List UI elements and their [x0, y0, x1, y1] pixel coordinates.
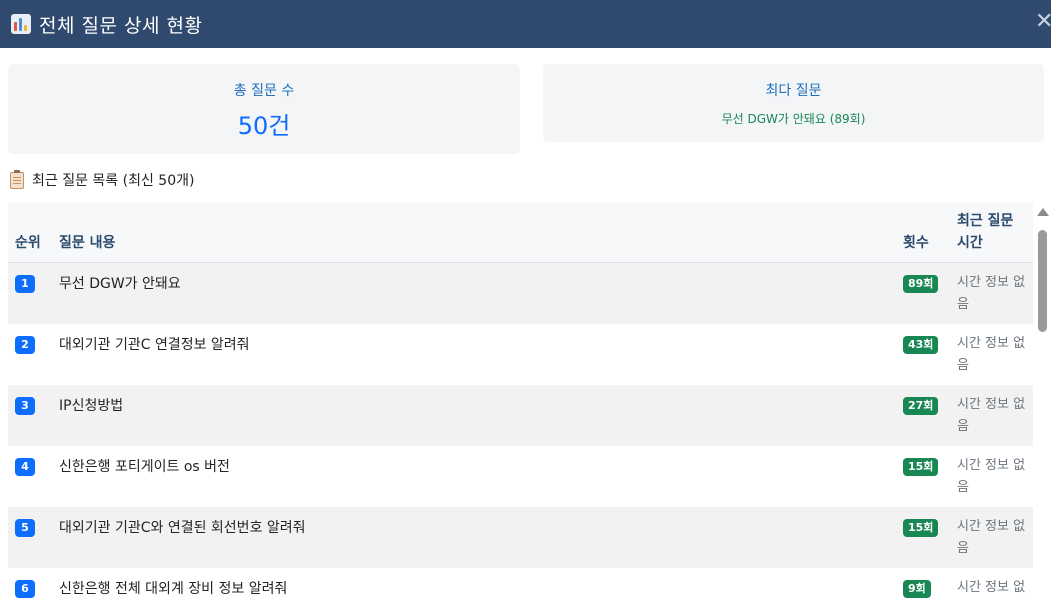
table-header-row: 순위 질문 내용 횟수 최근 질문 시간: [8, 202, 1033, 263]
question-text: IP신청방법: [59, 397, 124, 414]
rank-badge: 6: [15, 579, 35, 598]
total-questions-label: 총 질문 수: [233, 83, 295, 99]
rank-badge: 1: [15, 275, 35, 293]
count-badge: 15회: [903, 457, 939, 476]
count-badge: 15회: [903, 518, 939, 537]
count-badge: 27회: [903, 396, 939, 415]
column-header-time: 최근 질문 시간: [950, 202, 1033, 263]
close-icon[interactable]: ✕: [1035, 9, 1051, 34]
column-header-count: 횟수: [896, 202, 950, 263]
table-row[interactable]: 3 IP신청방법 27회 시간 정보 없음: [8, 384, 1033, 446]
recent-questions-heading: 최근 질문 목록 (최신 50개): [10, 169, 195, 190]
table-row[interactable]: 6 신한은행 전체 대외계 장비 정보 알려줘 9회 시간 정보 없음: [8, 567, 1033, 601]
modal-title: 전체 질문 상세 현황: [39, 14, 203, 37]
question-text: 무선 DGW가 안돼요: [59, 276, 181, 292]
question-time: 시간 정보 없음: [957, 457, 1026, 495]
question-time: 시간 정보 없음: [957, 579, 1026, 595]
recent-questions-title: 최근 질문 목록 (최신 50개): [32, 173, 195, 189]
questions-table: 순위 질문 내용 횟수 최근 질문 시간 1 무선 DGW가 안돼요 89회 시…: [8, 202, 1033, 601]
question-time: 시간 정보 없음: [957, 275, 1026, 312]
scroll-up-arrow-icon[interactable]: [1037, 208, 1049, 216]
bar-chart-icon: [11, 14, 31, 34]
table-row[interactable]: 5 대외기관 기관C와 연결된 회선번호 알려줘 15회 시간 정보 없음: [8, 506, 1033, 568]
question-time: 시간 정보 없음: [957, 396, 1026, 434]
rank-badge: 2: [15, 335, 35, 354]
question-time: 시간 정보 없음: [957, 335, 1026, 373]
question-text: 대외기관 기관C 연결정보 알려줘: [59, 336, 250, 353]
clipboard-icon: [10, 169, 24, 189]
count-badge: 89회: [903, 275, 939, 293]
column-header-rank: 순위: [8, 202, 52, 263]
table-row[interactable]: 4 신한은행 포티게이트 os 버전 15회 시간 정보 없음: [8, 445, 1033, 507]
questions-table-container[interactable]: 순위 질문 내용 횟수 최근 질문 시간 1 무선 DGW가 안돼요 89회 시…: [8, 202, 1033, 601]
table-row[interactable]: 2 대외기관 기관C 연결정보 알려줘 43회 시간 정보 없음: [8, 323, 1033, 385]
question-text: 대외기관 기관C와 연결된 회선번호 알려줘: [59, 519, 306, 536]
rank-badge: 4: [15, 457, 35, 476]
top-question-card: 최다 질문 무선 DGW가 안돼요 (89회): [543, 64, 1044, 142]
question-text: 신한은행 전체 대외계 장비 정보 알려줘: [59, 580, 288, 597]
count-badge: 43회: [903, 335, 939, 354]
table-scrollbar[interactable]: [1033, 202, 1051, 601]
top-question-value: 무선 DGW가 안돼요 (89회): [721, 112, 866, 126]
table-row[interactable]: 1 무선 DGW가 안돼요 89회 시간 정보 없음: [8, 262, 1033, 324]
total-questions-value: 50건: [237, 112, 291, 140]
modal-header: 전체 질문 상세 현황 ✕: [0, 0, 1051, 48]
scrollbar-thumb[interactable]: [1038, 230, 1047, 332]
top-question-label: 최다 질문: [765, 83, 822, 99]
total-questions-card: 총 질문 수 50건: [8, 64, 520, 154]
question-text: 신한은행 포티게이트 os 버전: [59, 458, 230, 475]
rank-badge: 5: [15, 518, 35, 537]
count-badge: 9회: [903, 579, 931, 598]
column-header-question: 질문 내용: [52, 202, 896, 263]
question-time: 시간 정보 없음: [957, 518, 1026, 556]
rank-badge: 3: [15, 396, 35, 415]
